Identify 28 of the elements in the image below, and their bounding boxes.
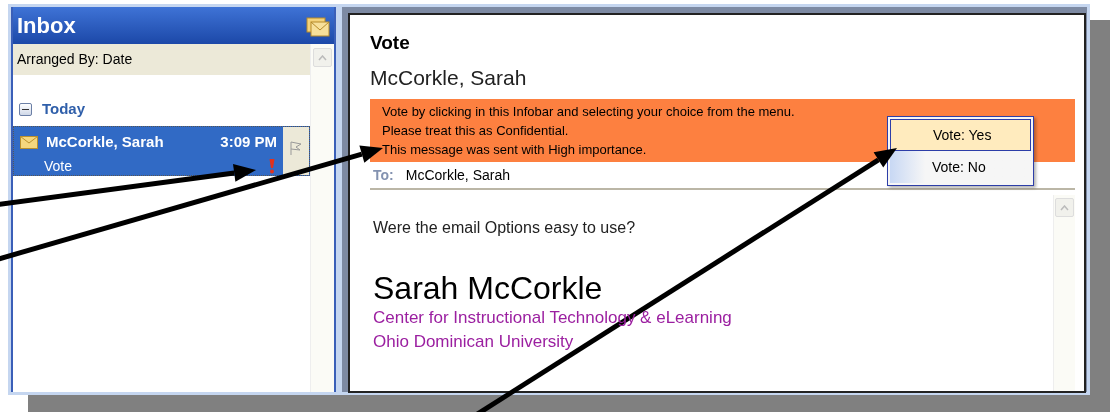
scroll-up-button[interactable] — [1055, 198, 1074, 217]
sender-name: McCorkle, Sarah — [46, 132, 164, 152]
arrange-bar[interactable]: Arranged By: Date — [13, 44, 310, 75]
collapse-icon[interactable] — [19, 102, 32, 116]
to-label: To: — [373, 165, 394, 185]
scrollbar[interactable] — [310, 44, 334, 392]
flag-icon[interactable] — [290, 141, 302, 155]
message-row[interactable]: McCorkle, Sarah 3:09 PM Vote — [13, 126, 310, 176]
message-subject-heading: Vote — [370, 31, 411, 55]
inbox-title: Inbox — [17, 12, 76, 40]
folder-envelope-icon[interactable] — [306, 14, 330, 37]
message-time: 3:09 PM — [220, 132, 277, 152]
infobar-text: Please treat this as Confidential. — [382, 122, 569, 140]
signature-line: Ohio Dominican University — [373, 331, 575, 353]
envelope-icon — [20, 135, 38, 149]
signature-name: Sarah McCorkle — [373, 270, 604, 306]
message-subject: Vote — [44, 156, 73, 176]
message-body: Were the email Options easy to use? — [373, 218, 637, 238]
infobar-text: This message was sent with High importance. — [382, 141, 647, 159]
recipient-name: McCorkle, Sarah — [405, 165, 510, 185]
group-heading: Today — [42, 98, 86, 119]
scroll-up-button[interactable] — [313, 48, 332, 67]
chevron-up-icon — [1060, 204, 1069, 211]
message-sender: McCorkle, Sarah — [370, 64, 528, 91]
body-scrollbar[interactable] — [1053, 195, 1075, 391]
vote-option[interactable]: Vote: Yes — [890, 119, 1031, 151]
chevron-up-icon — [318, 54, 327, 61]
infobar-text: Vote by clicking in this Infobar and selecting your choice from the menu. — [382, 103, 795, 121]
